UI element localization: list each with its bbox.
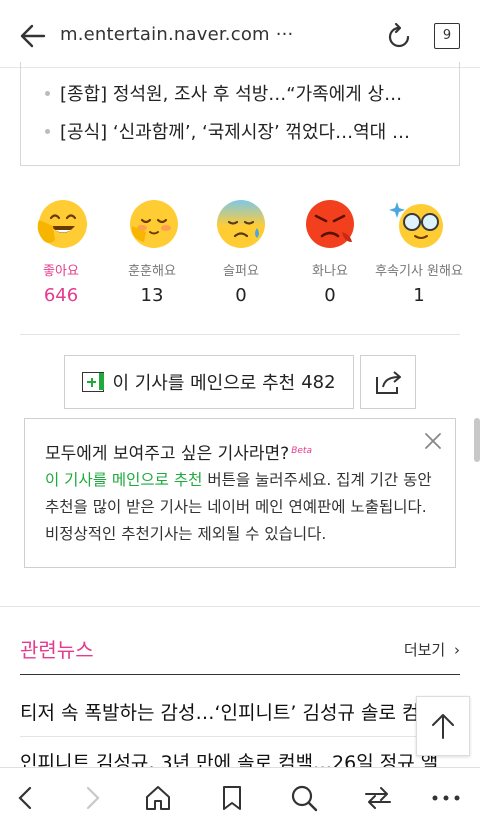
reaction-like[interactable]: 좋아요 646 (16, 196, 106, 306)
related-article-link[interactable]: [공식] ‘신과함께’, ‘국제시장’ 꺾었다…역대 … (45, 118, 445, 144)
back-arrow-icon[interactable] (16, 20, 48, 52)
recommend-plus-icon (82, 372, 105, 392)
nav-forward-button[interactable] (76, 782, 108, 814)
share-button[interactable] (360, 355, 416, 409)
recommend-to-main-button[interactable]: 이 기사를 메인으로 추천 482 (64, 355, 354, 409)
news-separator (20, 736, 460, 737)
related-article-link[interactable]: [종합] 정석원, 조사 후 석방…“가족에게 상… (45, 80, 445, 106)
angry-face-icon (306, 200, 354, 248)
news-item[interactable]: 티저 속 폭발하는 감성…‘인피니트’ 김성규 솔로 컴 (20, 698, 460, 725)
bullet-icon (45, 128, 50, 134)
browser-bottom-bar (0, 767, 480, 827)
chevron-right-icon (86, 786, 100, 810)
search-icon (291, 785, 318, 812)
nav-home-button[interactable] (142, 782, 174, 814)
nav-more-button[interactable] (430, 782, 462, 814)
switch-arrows-icon (365, 787, 391, 809)
chevron-right-icon: › (454, 641, 460, 659)
recommend-info-tooltip: 모두에게 보여주고 싶은 기사라면? Beta 이 기사를 메인으로 추천 버튼을… (24, 418, 456, 568)
info-body: 이 기사를 메인으로 추천 버튼을 눌러주세요. 집계 기간 동안 추천을 많이… (45, 471, 432, 543)
share-icon (376, 371, 401, 394)
reaction-sad[interactable]: 슬퍼요 0 (196, 196, 286, 306)
nav-tabs-switch-button[interactable] (362, 782, 394, 814)
bookmark-icon (223, 786, 241, 810)
beta-badge: Beta (291, 446, 312, 456)
tab-count-button[interactable]: 9 (434, 23, 460, 49)
sad-face-icon (217, 200, 265, 248)
chevron-left-icon (18, 786, 32, 810)
section-divider (0, 606, 480, 607)
more-link[interactable]: 더보기 › (404, 639, 460, 660)
related-articles-box: [종합] 정석원, 조사 후 석방…“가족에게 상… [공식] ‘신과함께’, … (20, 62, 460, 166)
reaction-bar: 좋아요 646 훈훈해요 13 슬퍼요 0 화나요 0 후속기사 원해요 1 (20, 196, 463, 306)
bullet-icon (45, 90, 50, 96)
smiling-face-icon (37, 200, 87, 248)
browser-toolbar: m.entertain.naver.com ··· 9 (0, 0, 480, 68)
arrow-up-icon (432, 714, 454, 739)
glasses-face-icon (389, 202, 443, 248)
recommend-count: 482 (301, 371, 336, 393)
reaction-angry[interactable]: 화나요 0 (285, 196, 375, 306)
divider (20, 334, 460, 335)
nav-bookmark-button[interactable] (216, 782, 248, 814)
reload-icon[interactable] (384, 22, 414, 52)
home-icon (146, 786, 170, 810)
related-news-title: 관련뉴스 (20, 638, 94, 662)
info-title: 모두에게 보여주고 싶은 기사라면? Beta (45, 444, 312, 464)
url-bar[interactable]: m.entertain.naver.com ··· (60, 24, 293, 45)
warm-face-icon (130, 200, 178, 248)
more-dots-icon (432, 795, 460, 801)
page-scrollbar[interactable] (474, 418, 480, 462)
nav-search-button[interactable] (288, 782, 320, 814)
close-icon[interactable] (423, 431, 443, 451)
reaction-want-followup[interactable]: 후속기사 원해요 1 (374, 196, 464, 306)
scroll-to-top-button[interactable] (416, 696, 470, 756)
reaction-warm[interactable]: 훈훈해요 13 (107, 196, 197, 306)
nav-back-button[interactable] (10, 782, 42, 814)
news-header-divider (20, 674, 460, 675)
